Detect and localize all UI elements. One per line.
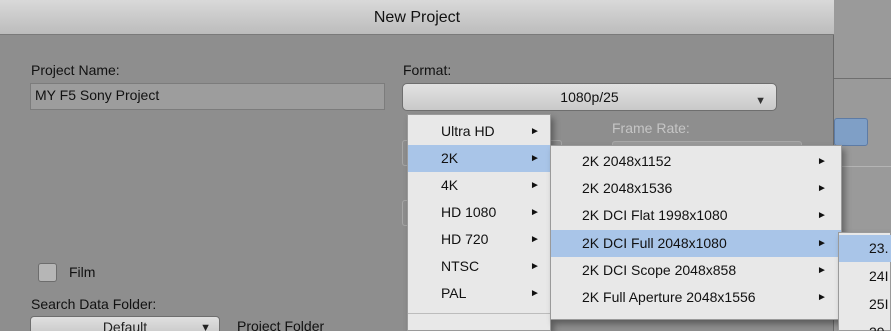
menu-item-label: 2K Full Aperture 2048x1556 xyxy=(582,289,756,305)
menu-separator xyxy=(408,313,550,314)
menu-item-label: 2K DCI Flat 1998x1080 xyxy=(582,207,728,223)
triangle-right-icon: ► xyxy=(817,183,827,194)
menu-item-label: 2K 2048x1152 xyxy=(582,153,672,169)
triangle-right-icon: ► xyxy=(530,180,540,191)
triangle-right-icon: ► xyxy=(530,288,540,299)
project-folder-label: Project Folder xyxy=(237,318,325,331)
menu-item-label: 2K DCI Full 2048x1080 xyxy=(582,235,727,251)
menu-item-label: 4K xyxy=(441,177,459,193)
menu-item-label: PAL xyxy=(441,285,467,301)
menu-item-2k-dci-full[interactable]: 2K DCI Full 2048x1080 ► xyxy=(551,230,841,257)
menu-item-rate-24[interactable]: 24I xyxy=(839,263,891,290)
search-data-folder-dropdown[interactable]: Default ▼ xyxy=(30,316,220,331)
triangle-right-icon: ► xyxy=(530,234,540,245)
film-checkbox[interactable] xyxy=(38,263,57,282)
search-data-folder-value: Default xyxy=(102,319,148,331)
triangle-right-icon: ► xyxy=(530,261,540,272)
triangle-right-icon: ► xyxy=(817,292,827,303)
format-label: Format: xyxy=(403,62,452,78)
triangle-down-icon: ▼ xyxy=(755,95,766,107)
menu-item-2k-full-aperture[interactable]: 2K Full Aperture 2048x1556 ► xyxy=(551,284,841,311)
triangle-right-icon: ► xyxy=(530,126,540,137)
menu-item-label: 29 xyxy=(869,324,885,331)
format-dropdown[interactable]: 1080p/25 ▼ xyxy=(402,83,777,111)
frame-rate-menu: 23. 24I 25I 29 xyxy=(838,232,891,331)
menu-item-label: HD 1080 xyxy=(441,204,497,220)
menu-item-rate-29[interactable]: 29 xyxy=(839,319,891,331)
triangle-right-icon: ► xyxy=(817,238,827,249)
menu-item-label: 2K xyxy=(441,150,459,166)
dialog-title: New Project xyxy=(0,0,834,35)
menu-item-2k-2048x1152[interactable]: 2K 2048x1152 ► xyxy=(551,148,841,175)
project-name-label: Project Name: xyxy=(31,62,120,78)
menu-item-label: 2K 2048x1536 xyxy=(582,180,673,196)
menu-item-hd-1080[interactable]: HD 1080 ► xyxy=(408,199,550,226)
triangle-right-icon: ► xyxy=(817,210,827,221)
format-value: 1080p/25 xyxy=(560,89,619,105)
menu-item-label: 23. xyxy=(869,240,889,256)
triangle-right-icon: ► xyxy=(530,153,540,164)
frame-rate-label: Frame Rate: xyxy=(612,120,690,136)
triangle-down-icon: ▼ xyxy=(200,322,211,331)
menu-item-ntsc[interactable]: NTSC ► xyxy=(408,253,550,280)
menu-item-2k-2048x1536[interactable]: 2K 2048x1536 ► xyxy=(551,175,841,202)
menu-item-2k[interactable]: 2K ► xyxy=(408,145,550,172)
menu-item-ultra-hd[interactable]: Ultra HD ► xyxy=(408,118,550,145)
menu-item-label: Ultra HD xyxy=(441,123,495,139)
menu-item-rate-25[interactable]: 25I xyxy=(839,291,891,318)
menu-item-label: HD 720 xyxy=(441,231,489,247)
film-label: Film xyxy=(69,264,96,280)
menu-item-hd-720[interactable]: HD 720 ► xyxy=(408,226,550,253)
format-category-menu: Ultra HD ► 2K ► 4K ► HD 1080 ► HD 720 ► … xyxy=(407,114,551,331)
menu-item-label: 25I xyxy=(869,296,889,312)
2k-format-menu: 2K 2048x1152 ► 2K 2048x1536 ► 2K DCI Fla… xyxy=(550,145,842,320)
menu-item-label: 2K DCI Scope 2048x858 xyxy=(582,262,737,278)
menu-item-label: NTSC xyxy=(441,258,480,274)
menu-item-pal[interactable]: PAL ► xyxy=(408,280,550,307)
triangle-right-icon: ► xyxy=(817,265,827,276)
background-divider-2 xyxy=(834,166,891,167)
background-button[interactable] xyxy=(834,118,868,146)
background-divider xyxy=(834,78,891,79)
menu-item-rate-23[interactable]: 23. xyxy=(839,235,891,262)
triangle-right-icon: ► xyxy=(530,207,540,218)
project-name-input[interactable]: MY F5 Sony Project xyxy=(30,83,385,110)
triangle-right-icon: ► xyxy=(817,156,827,167)
menu-item-label: 24I xyxy=(869,268,889,284)
menu-item-2k-dci-flat[interactable]: 2K DCI Flat 1998x1080 ► xyxy=(551,202,841,229)
menu-item-4k[interactable]: 4K ► xyxy=(408,172,550,199)
menu-item-2k-dci-scope[interactable]: 2K DCI Scope 2048x858 ► xyxy=(551,257,841,284)
search-data-folder-label: Search Data Folder: xyxy=(31,296,157,312)
